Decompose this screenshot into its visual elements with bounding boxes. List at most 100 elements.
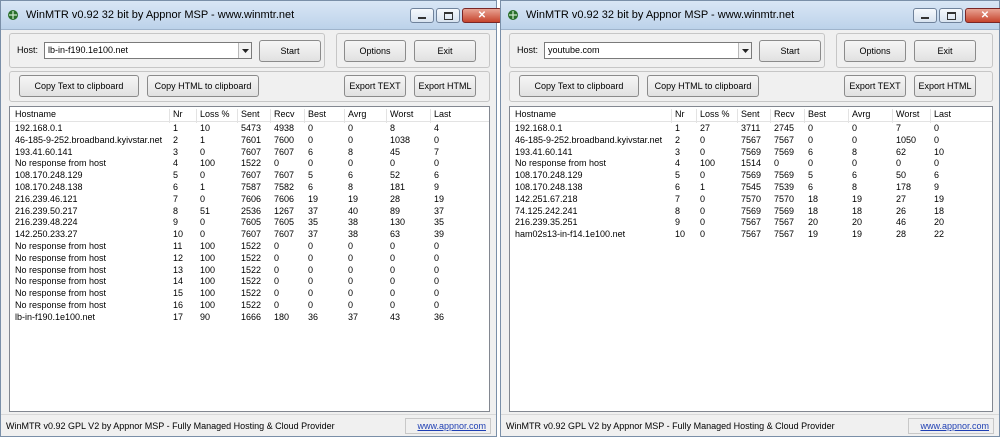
exit-button[interactable]: Exit <box>914 40 976 62</box>
table-row[interactable]: 216.239.35.251 9 0 7567 7567 20 20 46 20 <box>510 217 992 229</box>
results-list[interactable]: Hostname Nr Loss % Sent Recv Best Avrg Worst Las… <box>9 106 490 412</box>
table-row[interactable]: 216.239.48.224 9 0 7605 7605 35 38 130 35 <box>10 217 489 229</box>
dropdown-arrow-icon[interactable] <box>738 43 751 58</box>
column-header[interactable]: Loss % <box>700 109 730 119</box>
column-header[interactable]: Nr <box>675 109 685 119</box>
table-row[interactable]: 192.168.0.1 1 27 3711 2745 0 0 7 0 <box>510 123 992 135</box>
copy-text-button[interactable]: Copy Text to clipboard <box>519 75 639 97</box>
table-row[interactable]: lb-in-f190.1e100.net 17 90 1666 180 36 37 43 36 <box>10 312 489 324</box>
value-cell: 0 <box>348 240 354 251</box>
table-row[interactable]: 142.251.67.218 7 0 7570 7570 18 19 27 19 <box>510 194 992 206</box>
host-input[interactable]: youtube.com <box>544 42 752 59</box>
export-html-button[interactable]: Export HTML <box>914 75 976 97</box>
copy-html-button[interactable]: Copy HTML to clipboard <box>647 75 759 97</box>
table-row[interactable]: No response from host 11 100 1522 0 0 0 0 0 <box>10 241 489 253</box>
value-cell: 19 <box>348 193 359 204</box>
host-input-value: youtube.com <box>548 45 600 55</box>
appnor-link[interactable]: www.appnor.com <box>417 421 486 431</box>
export-text-button[interactable]: Export TEXT <box>344 75 406 97</box>
value-cell: 19 <box>934 193 945 204</box>
start-button[interactable]: Start <box>259 40 321 62</box>
options-button[interactable]: Options <box>344 40 406 62</box>
content-area: Host: lb-in-f190.1e100.net Start Options Exi… <box>7 30 490 414</box>
column-header[interactable]: Hostname <box>515 109 556 119</box>
minimize-button[interactable] <box>410 8 434 23</box>
table-row[interactable]: ham02s13-in-f14.1e100.net 10 0 7567 7567 19 19… <box>510 229 992 241</box>
results-list[interactable]: Hostname Nr Loss % Sent Recv Best Avrg Worst Las… <box>509 106 993 412</box>
column-header[interactable]: Avrg <box>852 109 870 119</box>
value-cell: 35 <box>308 217 319 228</box>
table-row[interactable]: No response from host 13 100 1522 0 0 0 0 0 <box>10 265 489 277</box>
host-input[interactable]: lb-in-f190.1e100.net <box>44 42 252 59</box>
export-html-button[interactable]: Export HTML <box>414 75 476 97</box>
value-cell: 1522 <box>241 240 262 251</box>
column-header[interactable]: Best <box>308 109 326 119</box>
value-cell: 0 <box>852 134 858 145</box>
column-header[interactable]: Best <box>808 109 826 119</box>
table-row[interactable]: 108.170.248.129 5 0 7569 7569 5 6 50 6 <box>510 170 992 182</box>
column-header[interactable]: Loss % <box>200 109 230 119</box>
column-header[interactable]: Sent <box>741 109 760 119</box>
hostname-cell: No response from host <box>15 299 107 310</box>
minimize-button[interactable] <box>913 8 937 23</box>
table-row[interactable]: 74.125.242.241 8 0 7569 7569 18 18 26 18 <box>510 206 992 218</box>
table-row[interactable]: No response from host 12 100 1522 0 0 0 0 0 <box>10 253 489 265</box>
column-header[interactable]: Recv <box>274 109 295 119</box>
table-row[interactable]: 108.170.248.138 6 1 7587 7582 6 8 181 9 <box>10 182 489 194</box>
value-cell: 1050 <box>896 134 917 145</box>
table-row[interactable]: 108.170.248.129 5 0 7607 7607 5 6 52 6 <box>10 170 489 182</box>
table-row[interactable]: No response from host 14 100 1522 0 0 0 0 0 <box>10 276 489 288</box>
table-row[interactable]: 142.250.233.27 10 0 7607 7607 37 38 63 39 <box>10 229 489 241</box>
column-header[interactable]: Avrg <box>348 109 366 119</box>
exit-button[interactable]: Exit <box>414 40 476 62</box>
table-row[interactable]: 108.170.248.138 6 1 7545 7539 6 8 178 9 <box>510 182 992 194</box>
table-row[interactable]: 216.239.50.217 8 51 2536 1267 37 40 89 37 <box>10 206 489 218</box>
column-header[interactable]: Hostname <box>15 109 56 119</box>
value-cell: 6 <box>308 146 314 157</box>
value-cell: 90 <box>200 311 211 322</box>
maximize-button[interactable] <box>939 8 963 23</box>
table-row[interactable]: No response from host 16 100 1522 0 0 0 0 0 <box>10 300 489 312</box>
table-row[interactable]: 193.41.60.141 3 0 7607 7607 6 8 45 7 <box>10 147 489 159</box>
winmtr-app-icon <box>507 9 519 21</box>
value-cell: 28 <box>390 193 401 204</box>
value-cell: 22 <box>934 229 945 240</box>
table-row[interactable]: 46-185-9-252.broadband.kyivstar.net 2 0 756… <box>510 135 992 147</box>
value-cell: 2745 <box>774 123 795 133</box>
value-cell: 7567 <box>741 134 762 145</box>
copy-text-button[interactable]: Copy Text to clipboard <box>19 75 139 97</box>
appnor-link[interactable]: www.appnor.com <box>920 421 989 431</box>
column-header[interactable]: Worst <box>896 109 919 119</box>
column-header[interactable]: Sent <box>241 109 260 119</box>
table-row[interactable]: 192.168.0.1 1 10 5473 4938 0 0 8 4 <box>10 123 489 135</box>
table-row[interactable]: 46-185-9-252.broadband.kyivstar.net 2 1 760… <box>10 135 489 147</box>
list-header: Hostname Nr Loss % Sent Recv Best Avrg Worst Las… <box>10 107 489 123</box>
value-cell: 0 <box>390 252 396 263</box>
table-row[interactable]: No response from host 15 100 1522 0 0 0 0 0 <box>10 288 489 300</box>
table-row[interactable]: No response from host 4 100 1522 0 0 0 0 0 <box>10 158 489 170</box>
column-separator <box>930 109 931 123</box>
dropdown-arrow-icon[interactable] <box>238 43 251 58</box>
table-row[interactable]: 193.41.60.141 3 0 7569 7569 6 8 62 10 <box>510 147 992 159</box>
value-cell: 36 <box>308 311 319 322</box>
export-text-button[interactable]: Export TEXT <box>844 75 906 97</box>
value-cell: 0 <box>200 217 206 228</box>
column-header[interactable]: Last <box>934 109 951 119</box>
value-cell: 35 <box>434 217 445 228</box>
start-button[interactable]: Start <box>759 40 821 62</box>
column-header[interactable]: Nr <box>173 109 183 119</box>
close-button[interactable]: ✕ <box>462 8 502 23</box>
column-header[interactable]: Recv <box>774 109 795 119</box>
column-header[interactable]: Worst <box>390 109 413 119</box>
close-button[interactable]: ✕ <box>965 8 1000 23</box>
copy-html-button[interactable]: Copy HTML to clipboard <box>147 75 259 97</box>
maximize-button[interactable] <box>436 8 460 23</box>
table-row[interactable]: No response from host 4 100 1514 0 0 0 0 0 <box>510 158 992 170</box>
options-button[interactable]: Options <box>844 40 906 62</box>
table-row[interactable]: 216.239.46.121 7 0 7606 7606 19 19 28 19 <box>10 194 489 206</box>
value-cell: 100 <box>200 252 216 263</box>
value-cell: 0 <box>274 264 280 275</box>
hostname-cell: No response from host <box>15 252 107 263</box>
column-header[interactable]: Last <box>434 109 451 119</box>
status-bar: WinMTR v0.92 GPL V2 by Appnor MSP - Full… <box>501 414 999 436</box>
